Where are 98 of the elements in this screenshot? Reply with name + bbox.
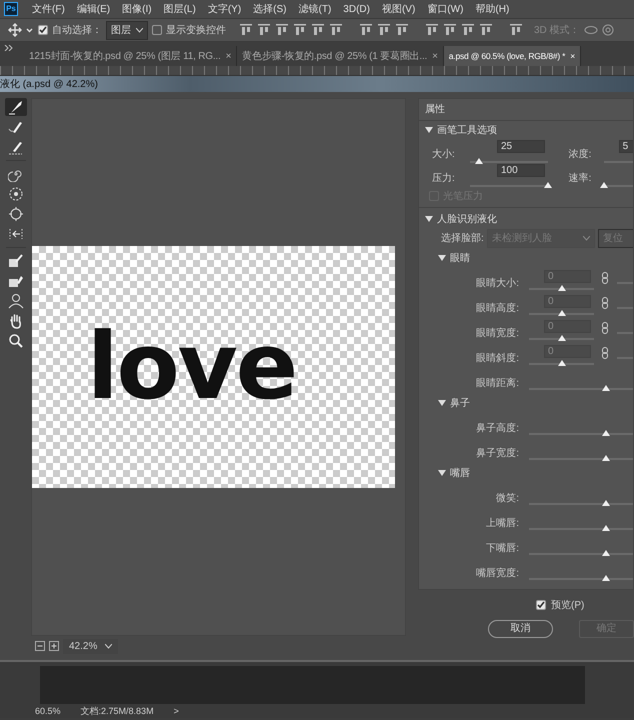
align-icon[interactable] bbox=[378, 24, 390, 36]
menu-item[interactable]: 窗口(W) bbox=[427, 2, 464, 16]
checkbox-label: 预览(P) bbox=[551, 598, 584, 612]
align-icon[interactable] bbox=[240, 24, 252, 36]
checkbox[interactable] bbox=[38, 25, 48, 35]
zoom-in-icon[interactable] bbox=[49, 641, 59, 651]
slider-thumb[interactable] bbox=[600, 182, 608, 188]
field-label: 鼻子高度: bbox=[476, 422, 519, 436]
zoom-icon bbox=[8, 333, 24, 349]
hand-icon bbox=[8, 313, 24, 329]
field-label: 大小: bbox=[432, 148, 455, 162]
menu-item[interactable]: 编辑(E) bbox=[76, 2, 110, 16]
menu-item[interactable]: 视图(V) bbox=[382, 2, 416, 16]
field-label: 下嘴唇: bbox=[486, 542, 519, 556]
disclosure-triangle-icon[interactable] bbox=[425, 127, 433, 133]
dialog-title: 液化 (a.psd @ 42.2%) bbox=[0, 78, 98, 92]
zoom-out-icon[interactable] bbox=[35, 641, 45, 651]
3d-mode-label: 3D 模式： bbox=[534, 24, 580, 38]
field-label: 速率: bbox=[568, 172, 592, 186]
dialog-button[interactable]: 取消 bbox=[488, 620, 553, 638]
caret-icon[interactable] bbox=[105, 644, 112, 648]
arrows-icon bbox=[8, 226, 24, 242]
mask-brush-icon bbox=[8, 253, 24, 269]
menu-item[interactable]: 选择(S) bbox=[253, 2, 286, 16]
link-icon[interactable] bbox=[602, 272, 608, 284]
mask-eraser-icon bbox=[8, 273, 24, 289]
auto-select-label: 自动选择： bbox=[52, 24, 102, 38]
tab-title: 1215封面-恢复的.psd @ 25% (图层 11, RG... bbox=[29, 50, 221, 64]
align-icon[interactable] bbox=[426, 24, 438, 36]
field-label: 浓度: bbox=[568, 148, 592, 162]
show-transform-label: 显示变换控件 bbox=[166, 24, 226, 38]
status-arrow[interactable]: > bbox=[174, 705, 179, 719]
field-label: 选择脸部: bbox=[441, 232, 484, 246]
move-tool-icon[interactable] bbox=[8, 23, 34, 37]
align-icon[interactable] bbox=[360, 24, 372, 36]
field-label: 鼻子宽度: bbox=[476, 446, 519, 461]
slider-thumb[interactable] bbox=[544, 182, 552, 188]
zoom-level: 60.5% bbox=[35, 705, 61, 718]
menu-item[interactable]: 图像(I) bbox=[122, 2, 152, 16]
app-logo: Ps bbox=[4, 2, 18, 16]
field-label: 微笑: bbox=[496, 492, 519, 506]
align-icon[interactable] bbox=[258, 24, 270, 36]
menu-item[interactable]: 滤镜(T) bbox=[298, 2, 332, 16]
tab-title: a.psd @ 60.5% (love, RGB/8#) * bbox=[448, 50, 566, 62]
menu-item[interactable]: 文字(Y) bbox=[208, 2, 242, 16]
align-icon[interactable] bbox=[480, 24, 492, 36]
person-icon bbox=[8, 293, 24, 309]
link-icon[interactable] bbox=[602, 322, 608, 334]
link-icon[interactable] bbox=[602, 347, 608, 359]
orbit-icon[interactable] bbox=[584, 24, 598, 36]
align-icon[interactable] bbox=[276, 24, 288, 36]
close-button[interactable]: × bbox=[432, 48, 438, 64]
menu-item[interactable]: 图层(L) bbox=[164, 2, 196, 16]
close-button[interactable]: × bbox=[226, 48, 232, 64]
checkbox[interactable] bbox=[536, 600, 546, 610]
brush-icon bbox=[8, 99, 24, 115]
section-title: 人脸识别液化 bbox=[437, 212, 497, 226]
close-button[interactable]: × bbox=[570, 50, 576, 62]
canvas-text: love bbox=[87, 321, 296, 413]
collapse-arrows-icon[interactable] bbox=[4, 45, 14, 51]
field-label: 眼睛高度: bbox=[476, 302, 519, 316]
panel-title: 属性 bbox=[425, 102, 445, 117]
field-label: 上嘴唇: bbox=[486, 516, 519, 531]
slider-thumb[interactable] bbox=[475, 158, 484, 164]
group-title: 眼睛 bbox=[450, 252, 470, 266]
align-icon[interactable] bbox=[396, 24, 408, 36]
align-icon[interactable] bbox=[510, 24, 522, 36]
document-size: 文档:2.75M/8.83M bbox=[80, 705, 154, 718]
field-label: 眼睛大小: bbox=[476, 276, 519, 291]
field-label: 眼睛宽度: bbox=[476, 326, 519, 341]
group-title: 嘴唇 bbox=[450, 466, 470, 480]
brush-icon bbox=[8, 119, 24, 135]
align-icon[interactable] bbox=[330, 24, 342, 36]
number-field[interactable]: 25 bbox=[497, 140, 545, 153]
section-title: 画笔工具选项 bbox=[437, 124, 497, 138]
checkbox[interactable] bbox=[152, 25, 162, 35]
tab-title: 黄色步骤-恢复的.psd @ 25% (1 要葛圈出... bbox=[242, 50, 428, 64]
align-icon[interactable] bbox=[312, 24, 324, 36]
menu-item[interactable]: 3D(D) bbox=[343, 2, 370, 16]
number-field[interactable]: 100 bbox=[497, 164, 545, 177]
field-label: 眼睛斜度: bbox=[476, 352, 519, 366]
number-field[interactable]: 5 bbox=[618, 140, 633, 153]
field-label: 嘴唇宽度: bbox=[476, 566, 519, 581]
link-icon[interactable] bbox=[602, 297, 608, 309]
align-icon[interactable] bbox=[462, 24, 474, 36]
caret-icon[interactable] bbox=[136, 28, 143, 32]
brush-icon bbox=[8, 139, 24, 155]
layer-dropdown[interactable]: 图层 bbox=[106, 20, 148, 40]
align-icon[interactable] bbox=[294, 24, 306, 36]
menu-item[interactable]: 文件(F) bbox=[32, 2, 65, 16]
align-icon[interactable] bbox=[444, 24, 456, 36]
group-title: 鼻子 bbox=[450, 396, 470, 410]
document-tab[interactable]: a.psd @ 60.5% (love, RGB/8#) * × bbox=[444, 46, 582, 66]
field-label: 眼睛距离: bbox=[476, 376, 519, 391]
tool-button[interactable] bbox=[4, 98, 26, 116]
menu-item[interactable]: 帮助(H) bbox=[475, 2, 510, 16]
field-label: 压力: bbox=[432, 172, 455, 186]
zoom-dropdown[interactable]: 42.2% bbox=[63, 638, 118, 654]
